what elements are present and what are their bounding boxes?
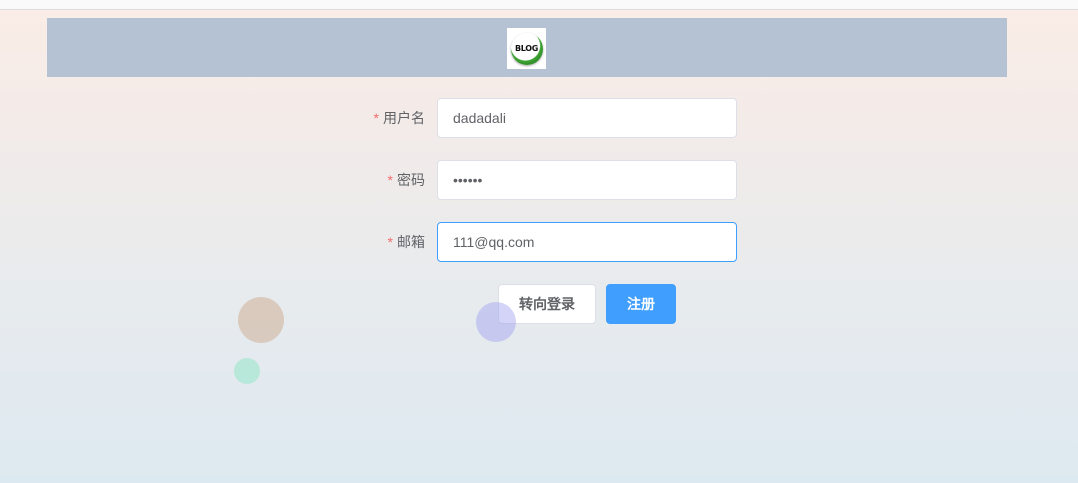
username-label: * 用户名 (300, 98, 425, 138)
blog-logo-icon: BLOG (510, 32, 543, 65)
browser-top-edge (0, 0, 1078, 10)
required-mark: * (387, 172, 393, 188)
required-mark: * (387, 234, 393, 250)
blog-logo[interactable]: BLOG (507, 28, 546, 69)
username-input[interactable] (437, 98, 737, 138)
form-row-username: * 用户名 (300, 98, 737, 138)
header-bar: BLOG (47, 18, 1007, 77)
decorative-bubble (476, 302, 516, 342)
email-input[interactable] (437, 222, 737, 262)
blog-logo-text: BLOG (514, 44, 539, 53)
email-label: * 邮箱 (300, 222, 425, 262)
form-row-password: * 密码 (300, 160, 737, 200)
form-row-email: * 邮箱 (300, 222, 737, 262)
password-label: * 密码 (300, 160, 425, 200)
password-input[interactable] (437, 160, 737, 200)
decorative-bubble (238, 297, 284, 343)
required-mark: * (373, 110, 379, 126)
register-button[interactable]: 注册 (606, 284, 676, 324)
password-label-text: 密码 (397, 172, 425, 188)
email-label-text: 邮箱 (397, 234, 425, 250)
username-label-text: 用户名 (383, 110, 425, 126)
decorative-bubble (234, 358, 260, 384)
